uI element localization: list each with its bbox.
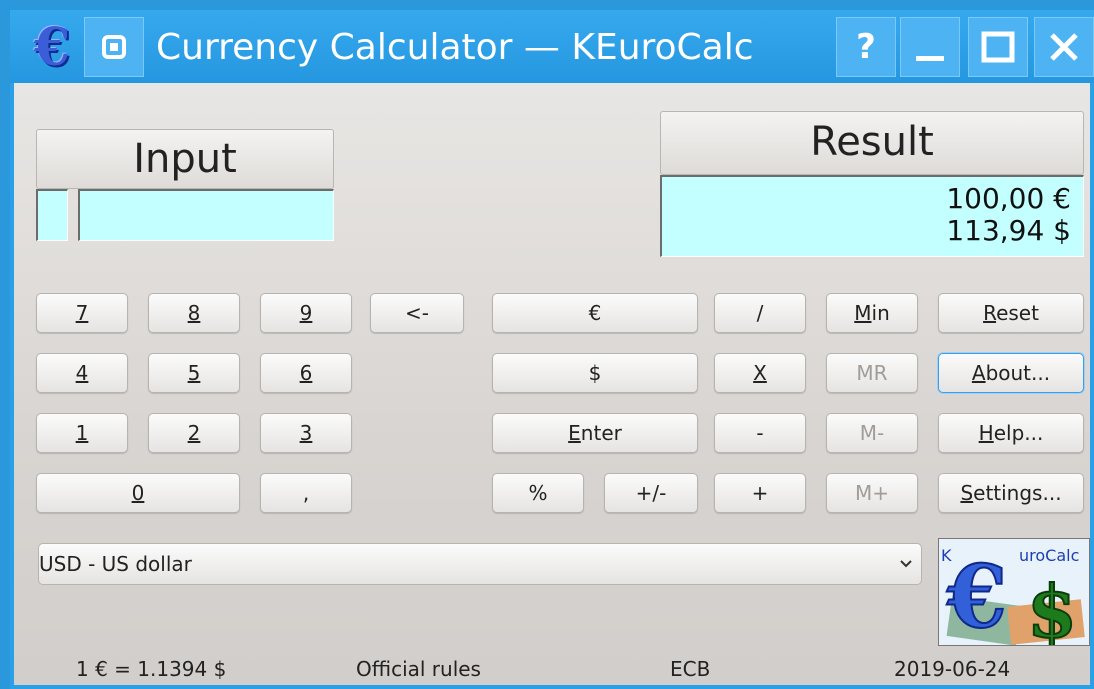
key-6-label: 6 (299, 361, 313, 385)
key-8-button[interactable]: 8 (148, 293, 240, 333)
svg-text:$: $ (1027, 569, 1077, 645)
memory-in-button[interactable]: Min (826, 293, 918, 333)
result-dollar-value: 113,94 $ (946, 214, 1071, 247)
euro-icon[interactable]: € (22, 18, 82, 78)
key-4-button[interactable]: 4 (36, 353, 128, 393)
minus-button[interactable]: - (714, 413, 806, 453)
enter-mnemonic: E (568, 421, 581, 445)
key-0-button[interactable]: 0 (36, 473, 240, 513)
comma-button[interactable]: , (260, 473, 352, 513)
memory-minus-button[interactable]: M- (826, 413, 918, 453)
backspace-button[interactable]: <- (370, 293, 464, 333)
euro-button[interactable]: € (492, 293, 698, 333)
key-5-button[interactable]: 5 (148, 353, 240, 393)
key-5-label: 5 (187, 361, 201, 385)
divide-button[interactable]: / (714, 293, 806, 333)
plus-button[interactable]: + (714, 473, 806, 513)
dollar-button[interactable]: $ (492, 353, 698, 393)
keurocalc-logo: K uroCalc € $ (938, 538, 1090, 646)
key-9-label: 9 (299, 301, 313, 325)
exchange-rate-status: 1 € = 1.1394 $ (76, 657, 227, 681)
currency-select[interactable]: USD - US dollar (38, 543, 922, 585)
input-operator-display (36, 189, 68, 241)
key-1-label: 1 (75, 421, 89, 445)
help-mnemonic: H (978, 421, 994, 445)
help-button[interactable]: Help... (938, 413, 1084, 453)
svg-text:uroCalc: uroCalc (1019, 546, 1079, 565)
maximize-button[interactable] (968, 17, 1028, 77)
rate-date-status: 2019-06-24 (894, 657, 1011, 681)
key-8-label: 8 (187, 301, 201, 325)
key-3-label: 3 (299, 421, 313, 445)
result-euro-value: 100,00 € (946, 182, 1071, 215)
settings-mnemonic: S (960, 481, 974, 505)
reset-mnemonic: R (983, 301, 997, 325)
currency-select-value: USD - US dollar (39, 552, 192, 576)
key-6-button[interactable]: 6 (260, 353, 352, 393)
key-7-button[interactable]: 7 (36, 293, 128, 333)
keurocalc-logo-icon: K uroCalc € $ (939, 539, 1089, 645)
memory-plus-button[interactable]: M+ (826, 473, 918, 513)
close-icon (1050, 33, 1078, 61)
memory-in-mnemonic: M (854, 301, 872, 325)
multiply-button[interactable]: X (714, 353, 806, 393)
app-window: € Currency Calculator — KEuroCalc ? Inpu… (10, 10, 1094, 689)
input-display (78, 189, 334, 241)
reset-button[interactable]: Reset (938, 293, 1084, 333)
settings-button[interactable]: Settings... (938, 473, 1084, 513)
percent-button[interactable]: % (492, 473, 584, 513)
main-area: Input Result 100,00 € 113,94 $ 7 8 9 <- … (14, 83, 1090, 685)
rules-status: Official rules (356, 657, 481, 681)
result-label: Result (660, 111, 1084, 175)
memory-recall-button[interactable]: MR (826, 353, 918, 393)
window-title: Currency Calculator — KEuroCalc (156, 27, 754, 68)
key-9-button[interactable]: 9 (260, 293, 352, 333)
about-mnemonic: A (971, 361, 986, 385)
key-7-label: 7 (75, 301, 89, 325)
key-3-button[interactable]: 3 (260, 413, 352, 453)
minimize-button[interactable] (900, 17, 960, 77)
window-menu-icon (102, 35, 126, 59)
result-display: 100,00 € 113,94 $ (660, 175, 1084, 257)
multiply-label: X (753, 361, 767, 385)
sign-toggle-button[interactable]: +/- (604, 473, 698, 513)
rate-source-status: ECB (670, 657, 711, 681)
minimize-icon (916, 56, 944, 61)
key-0-label: 0 (131, 481, 145, 505)
about-button[interactable]: About... (938, 353, 1084, 393)
key-2-label: 2 (187, 421, 201, 445)
window-menu-button[interactable] (84, 17, 144, 77)
chevron-down-icon (899, 544, 913, 599)
key-4-label: 4 (75, 361, 89, 385)
close-button[interactable] (1034, 17, 1094, 77)
input-label: Input (36, 129, 334, 189)
maximize-icon (981, 31, 1015, 63)
key-1-button[interactable]: 1 (36, 413, 128, 453)
enter-button[interactable]: Enter (492, 413, 698, 453)
svg-text:€: € (946, 547, 1007, 645)
key-2-button[interactable]: 2 (148, 413, 240, 453)
title-bar[interactable]: € Currency Calculator — KEuroCalc ? (10, 10, 1094, 83)
help-title-button[interactable]: ? (836, 17, 896, 77)
